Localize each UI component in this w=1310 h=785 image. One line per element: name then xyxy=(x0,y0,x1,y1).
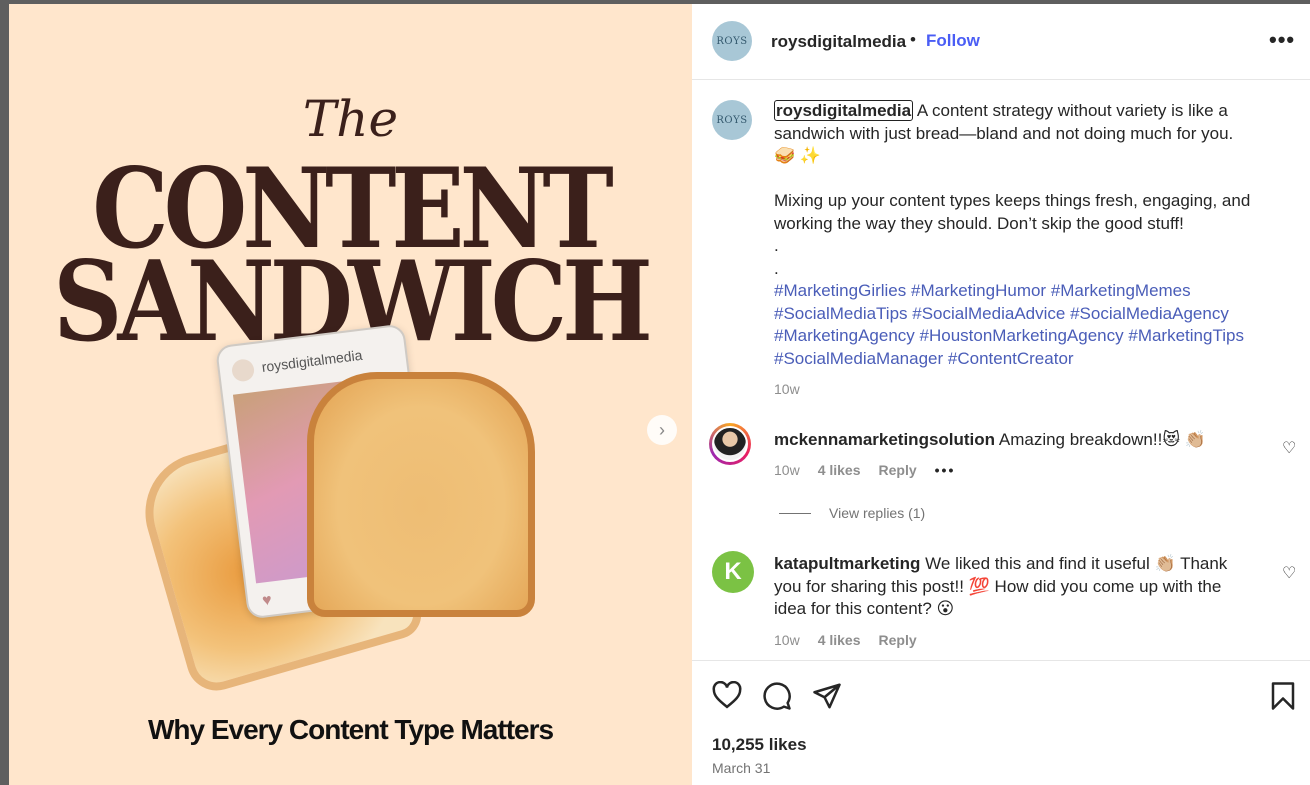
follow-button[interactable]: Follow xyxy=(926,31,980,51)
comment-like-heart-icon[interactable]: ♡ xyxy=(1282,438,1296,458)
comment-meta: 10w 4 likes Reply ••• xyxy=(774,462,955,478)
phone-username: roysdigitalmedia xyxy=(260,346,364,375)
commenter-photo xyxy=(712,426,748,462)
comment-more-icon[interactable]: ••• xyxy=(935,462,956,478)
chevron-right-icon: › xyxy=(659,419,665,440)
comment-username[interactable]: katapultmarketing xyxy=(774,554,920,573)
post-header: ROYS roysdigitalmedia • Follow ••• xyxy=(692,4,1310,80)
view-replies[interactable]: View replies (1) xyxy=(779,505,925,521)
actions-bar: 10,255 likes March 31 xyxy=(692,660,1310,785)
caption-avatar[interactable]: ROYS xyxy=(712,100,752,140)
comment-1: mckennamarketingsolution Amazing breakdo… xyxy=(774,429,1254,452)
separator-dot: • xyxy=(910,30,916,49)
next-slide-button[interactable]: › xyxy=(647,415,677,445)
katapult-logo-icon: K xyxy=(724,558,742,585)
caption-hashtags[interactable]: #MarketingGirlies #MarketingHumor #Marke… xyxy=(774,281,1244,368)
post-panel: ROYS roysdigitalmedia • Follow ••• ROYS … xyxy=(692,4,1310,785)
caption-username[interactable]: roysdigitalmedia xyxy=(774,100,914,121)
comment-avatar[interactable]: K xyxy=(712,551,754,593)
view-replies-label[interactable]: View replies (1) xyxy=(829,505,925,521)
comment-reply-button[interactable]: Reply xyxy=(879,632,917,648)
comment-username[interactable]: mckennamarketingsolution xyxy=(774,430,995,449)
toast-front-image xyxy=(307,372,535,617)
comment-time: 10w xyxy=(774,632,800,648)
comment-likes[interactable]: 4 likes xyxy=(818,462,861,478)
caption-dot-2: . xyxy=(774,258,779,278)
comment-bubble-icon[interactable] xyxy=(762,681,792,716)
comment-reply-button[interactable]: Reply xyxy=(879,462,917,478)
save-bookmark-icon[interactable] xyxy=(1270,681,1296,716)
comment-meta: 10w 4 likes Reply xyxy=(774,632,917,648)
share-send-icon[interactable] xyxy=(812,681,842,716)
media-subtitle: Why Every Content Type Matters xyxy=(147,714,554,745)
post-media[interactable]: The CONTENT SANDWICH roysdigitalmedia ♥ … xyxy=(9,4,692,785)
author-avatar[interactable]: ROYS xyxy=(712,21,752,61)
more-options-icon[interactable]: ••• xyxy=(1269,27,1295,53)
caption-dot-1: . xyxy=(774,236,779,255)
author-username[interactable]: roysdigitalmedia xyxy=(771,32,906,52)
comment-text: Amazing breakdown!!😻 👏🏼 xyxy=(998,430,1206,449)
comment-likes[interactable]: 4 likes xyxy=(818,632,861,648)
likes-count[interactable]: 10,255 likes xyxy=(712,735,807,755)
like-heart-icon[interactable] xyxy=(712,680,742,714)
post-date[interactable]: March 31 xyxy=(712,760,770,776)
divider-line xyxy=(779,512,811,514)
caption: roysdigitalmedia A content strategy with… xyxy=(774,100,1274,401)
comment-time: 10w xyxy=(774,462,800,478)
caption-time: 10w xyxy=(774,381,800,397)
post-container: The CONTENT SANDWICH roysdigitalmedia ♥ … xyxy=(9,4,1310,785)
caption-emoji: 🥪 ✨ xyxy=(774,146,822,165)
comment-avatar[interactable] xyxy=(709,423,751,465)
phone-avatar xyxy=(230,358,256,383)
phone-heart-icon: ♥ xyxy=(261,591,273,610)
comment-like-heart-icon[interactable]: ♡ xyxy=(1282,563,1296,583)
caption-text-2: Mixing up your content types keeps thing… xyxy=(774,191,1251,233)
media-title-the: The xyxy=(302,90,399,148)
comment-2: katapultmarketing We liked this and find… xyxy=(774,553,1254,621)
